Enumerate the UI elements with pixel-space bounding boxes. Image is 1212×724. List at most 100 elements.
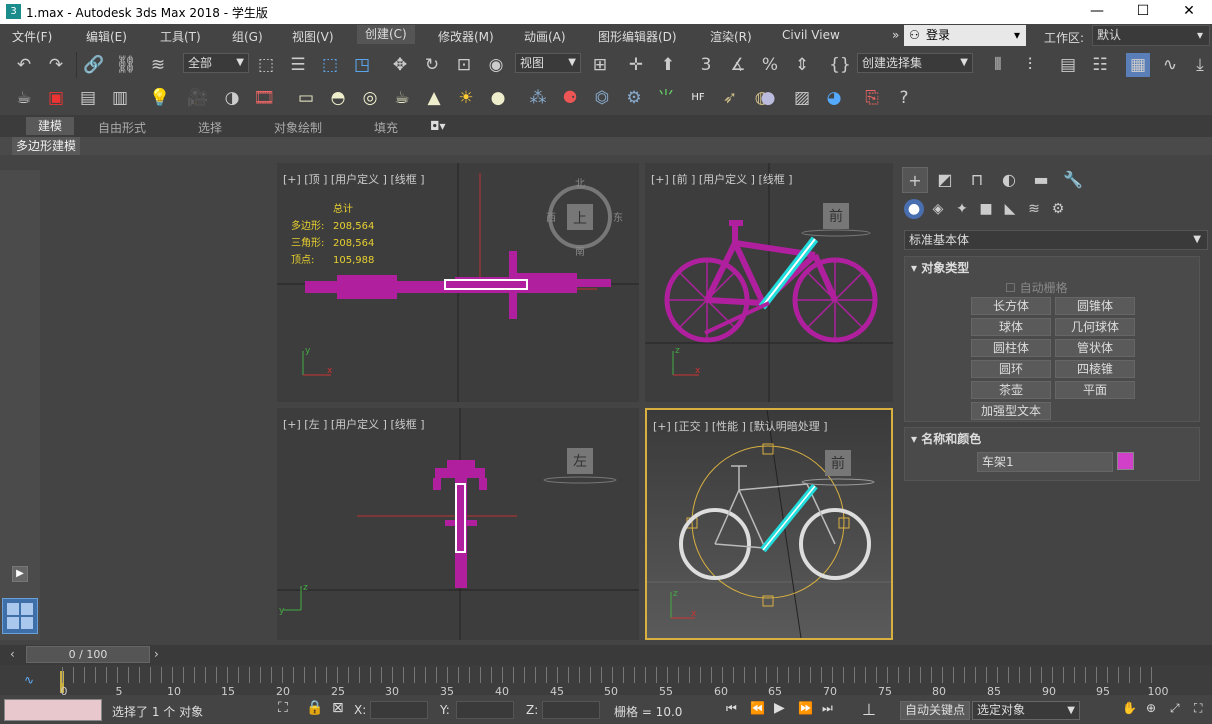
- select-object-icon[interactable]: ⬚: [254, 53, 278, 77]
- x-coord-field[interactable]: [370, 701, 428, 719]
- layer-explorer-icon[interactable]: ☷: [1088, 53, 1112, 77]
- next-frame-icon[interactable]: ⏩: [798, 701, 813, 715]
- motion-tab-icon[interactable]: ◐: [996, 167, 1022, 193]
- go-to-end-icon[interactable]: ⏭: [822, 701, 833, 716]
- sphere-button[interactable]: 球体: [971, 318, 1051, 336]
- isolate-selection-icon[interactable]: ⛶: [278, 700, 288, 716]
- teapot-button[interactable]: 茶壶: [971, 381, 1051, 399]
- tab-populate[interactable]: 填充: [374, 119, 398, 136]
- rendered-frame-window-icon[interactable]: ▥: [108, 86, 132, 110]
- unlink-icon[interactable]: ⛓: [114, 53, 138, 77]
- mini-curve-editor-icon[interactable]: ∿: [24, 673, 34, 687]
- menu-graph-editors[interactable]: 图形编辑器(D): [598, 28, 677, 45]
- menu-view[interactable]: 视图(V): [292, 28, 334, 45]
- menu-group[interactable]: 组(G): [232, 28, 263, 45]
- menu-civil-view[interactable]: Civil View: [782, 28, 840, 42]
- viewport-left[interactable]: 左 z y [+] [左 ] [用户定义 ] [线框 ]: [277, 408, 639, 640]
- material-sphere-icon[interactable]: ●: [756, 86, 780, 110]
- keyboard-shortcut-override-icon[interactable]: ⬆: [656, 53, 680, 77]
- absolute-mode-icon[interactable]: ⊠: [332, 700, 344, 716]
- tab-polygon-modeling[interactable]: 多边形建模: [12, 137, 81, 155]
- menu-create[interactable]: 创建(C): [357, 25, 415, 44]
- help-icon[interactable]: ?: [892, 86, 916, 110]
- cylinder-button[interactable]: 圆柱体: [971, 339, 1051, 357]
- tab-freeform[interactable]: 自由形式: [98, 119, 146, 136]
- chevron-right-icon[interactable]: ›: [154, 647, 159, 661]
- zoom-extents-icon[interactable]: ⤢: [1170, 701, 1180, 716]
- viewport-label-left[interactable]: [+] [左 ] [用户定义 ] [线框 ]: [283, 416, 425, 432]
- torus-primitive-icon[interactable]: ◎: [358, 86, 382, 110]
- auto-key-button[interactable]: 自动关键点: [900, 701, 971, 720]
- tab-selection[interactable]: 选择: [198, 119, 222, 136]
- plane-primitive-icon[interactable]: ▭: [294, 86, 318, 110]
- select-scale-icon[interactable]: ⊡: [452, 53, 476, 77]
- object-type-title[interactable]: ▾ 对象类型: [911, 259, 969, 276]
- scene-explorer-icon[interactable]: ▤: [1056, 53, 1080, 77]
- align-icon[interactable]: ⫶: [1018, 53, 1042, 77]
- cameras-icon[interactable]: ■: [976, 199, 996, 219]
- menu-edit[interactable]: 编辑(E): [86, 28, 127, 45]
- hair-fur-icon[interactable]: ⺌: [654, 86, 678, 110]
- create-tab-icon[interactable]: +: [902, 167, 928, 193]
- viewport-orthographic[interactable]: 前 z x [+] [正交 ] [性能 ] [默认明暗处理 ]: [645, 408, 893, 640]
- menu-file[interactable]: 文件(F): [12, 28, 52, 45]
- select-place-icon[interactable]: ◉: [484, 53, 508, 77]
- key-filter-select[interactable]: 选定对象 ▼: [972, 701, 1080, 720]
- sphere-primitive-icon[interactable]: ●: [486, 86, 510, 110]
- login-dropdown[interactable]: ⚇ 登录 ▾: [904, 25, 1026, 46]
- helpers-icon[interactable]: ◣: [1000, 199, 1020, 219]
- pan-icon[interactable]: ✋: [1122, 701, 1137, 715]
- lighting-analysis-icon[interactable]: ◑: [220, 86, 244, 110]
- select-by-name-icon[interactable]: ☰: [286, 53, 310, 77]
- render-setup-icon[interactable]: ▤: [76, 86, 100, 110]
- z-coord-field[interactable]: [542, 701, 600, 719]
- video-post-icon[interactable]: 🎞: [252, 86, 276, 110]
- teapot-render-icon[interactable]: ☕: [12, 86, 36, 110]
- viewport-layout-button[interactable]: [2, 598, 38, 634]
- set-key-icon[interactable]: ⊥: [862, 700, 876, 719]
- menu-rendering[interactable]: 渲染(R): [710, 28, 752, 45]
- render-environment-icon[interactable]: ◕: [822, 86, 846, 110]
- select-rotate-icon[interactable]: ↻: [420, 53, 444, 77]
- go-to-start-icon[interactable]: ⏮: [726, 701, 737, 716]
- chevron-left-icon[interactable]: ‹: [10, 647, 15, 661]
- previous-frame-icon[interactable]: ⏪: [750, 701, 765, 715]
- tab-object-paint[interactable]: 对象绘制: [274, 119, 322, 136]
- edit-named-selection-icon[interactable]: {}: [828, 53, 852, 77]
- text-plus-button[interactable]: 加强型文本: [971, 402, 1051, 420]
- lights-icon[interactable]: ✦: [952, 199, 972, 219]
- maximize-button[interactable]: ☐: [1120, 0, 1166, 24]
- viewport-front[interactable]: 前 z x [+] [前 ] [用户定义 ] [线框 ]: [645, 163, 893, 402]
- select-move-icon[interactable]: ✥: [388, 53, 412, 77]
- play-icon[interactable]: ▶: [12, 566, 28, 582]
- sun-light-icon[interactable]: ☀: [454, 86, 478, 110]
- space-warps-icon[interactable]: ≋: [1024, 199, 1044, 219]
- modify-tab-icon[interactable]: ◩: [932, 167, 958, 193]
- geometry-icon[interactable]: ●: [904, 199, 924, 219]
- dynamics-icon[interactable]: ⚈: [558, 86, 582, 110]
- gear-icon[interactable]: ⚙: [622, 86, 646, 110]
- pivot-center-icon[interactable]: ⊞: [588, 53, 612, 77]
- viewport-label-top[interactable]: [+] [顶 ] [用户定义 ] [线框 ]: [283, 171, 425, 187]
- hierarchy-tab-icon[interactable]: ⊓: [964, 167, 990, 193]
- dome-primitive-icon[interactable]: ◓: [326, 86, 350, 110]
- menu-expand-icon[interactable]: »: [892, 28, 899, 42]
- undo-icon[interactable]: ↶: [12, 53, 36, 77]
- menu-tools[interactable]: 工具(T): [160, 28, 201, 45]
- track-bar[interactable]: ∿ 0 5 10 15 20 25 30 35 40 45 50 55 60 6…: [0, 665, 1212, 698]
- lock-icon[interactable]: 🔒: [306, 700, 323, 716]
- percent-snap-icon[interactable]: %: [758, 53, 782, 77]
- display-tab-icon[interactable]: ▬: [1028, 167, 1054, 193]
- material-editor-icon[interactable]: ▨: [790, 86, 814, 110]
- viewport-label-ortho[interactable]: [+] [正交 ] [性能 ] [默认明暗处理 ]: [653, 418, 828, 434]
- close-button[interactable]: ✕: [1166, 0, 1212, 24]
- cone-button[interactable]: 圆锥体: [1055, 297, 1135, 315]
- window-crossing-icon[interactable]: ◳: [350, 53, 374, 77]
- menu-modifiers[interactable]: 修改器(M): [438, 28, 494, 45]
- curve-editor-icon[interactable]: ∿: [1158, 53, 1182, 77]
- spinner-snap-icon[interactable]: ⇕: [790, 53, 814, 77]
- name-color-title[interactable]: ▾ 名称和颜色: [911, 430, 981, 447]
- particles-icon[interactable]: ⁂: [526, 86, 550, 110]
- render-frame-icon[interactable]: ▣: [44, 86, 68, 110]
- camera-icon[interactable]: 🎥: [186, 86, 210, 110]
